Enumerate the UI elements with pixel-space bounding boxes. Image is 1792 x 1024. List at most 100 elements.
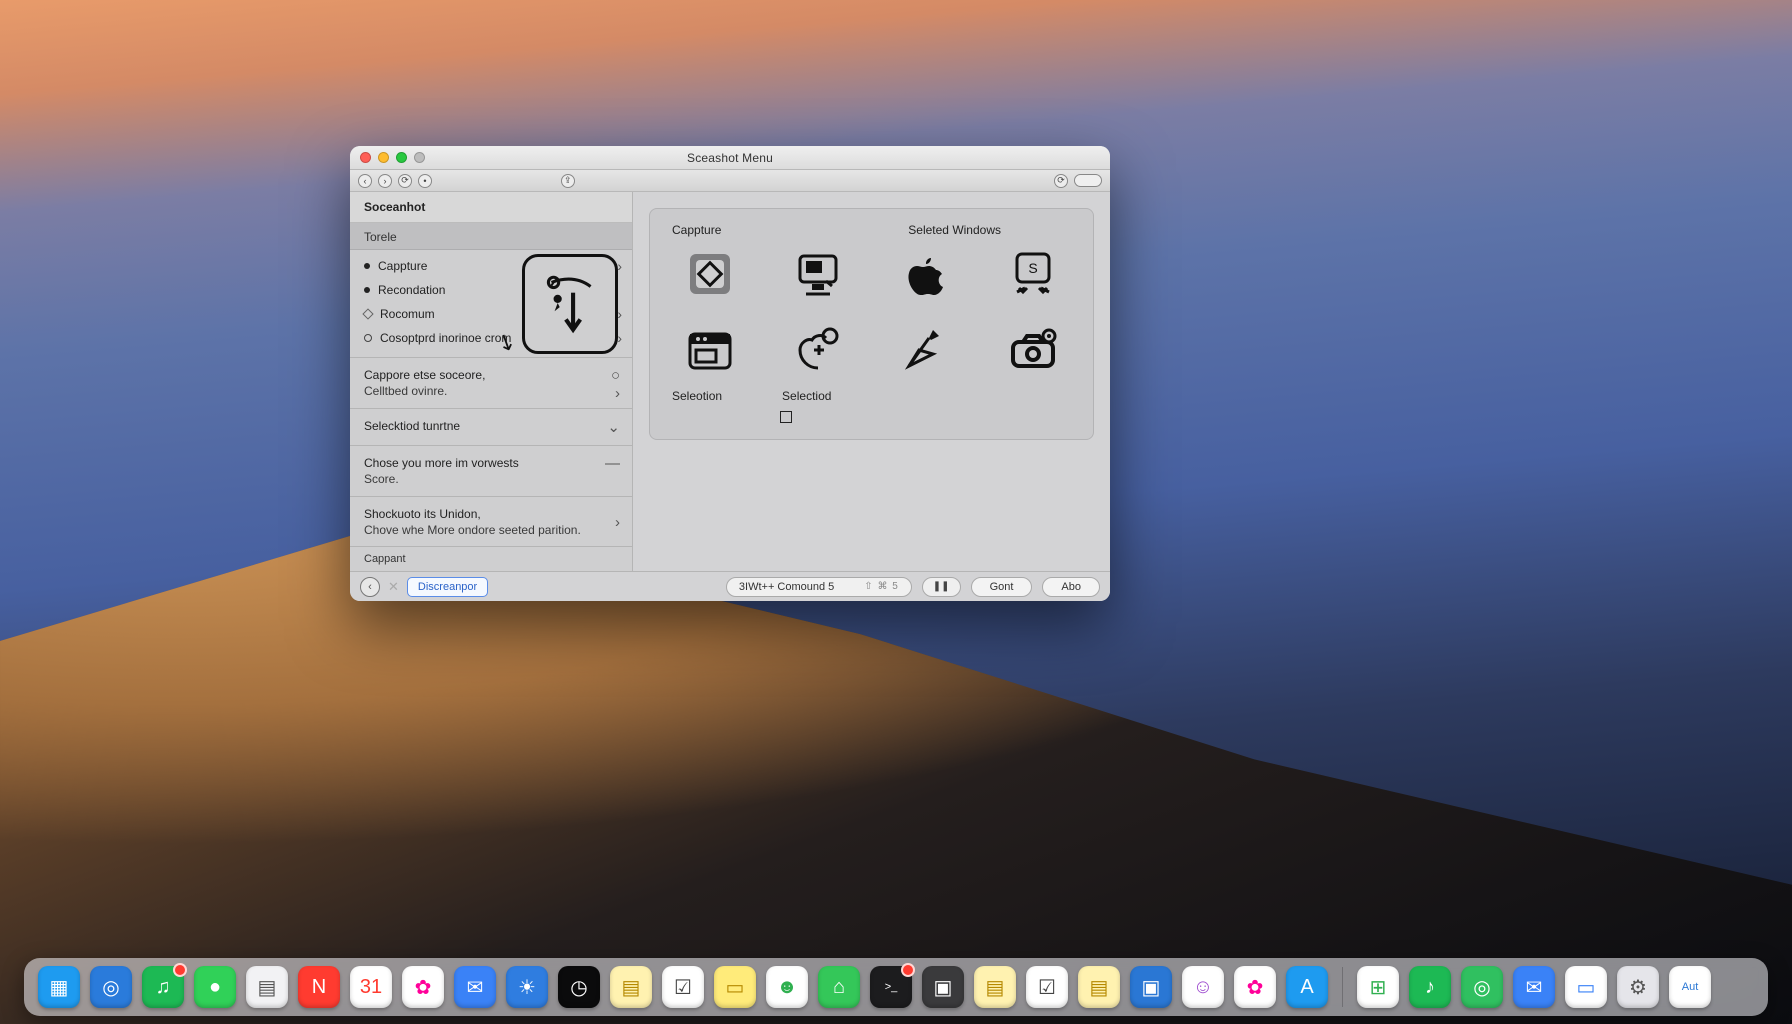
shortcut-text: 3IWt++ Comound 5: [739, 581, 834, 593]
dock-mail[interactable]: ✉: [454, 966, 496, 1008]
sidebar-block-title: Selecktiod tunrtne: [364, 419, 618, 433]
dock-notes-b[interactable]: ▤: [610, 966, 652, 1008]
dock-calendar[interactable]: 31: [350, 966, 392, 1008]
dock-stickies[interactable]: ▭: [714, 966, 756, 1008]
sidebar-block-3[interactable]: Chose you more im vorwests Score. —: [350, 449, 632, 493]
toolbar-back-icon[interactable]: ‹: [358, 174, 372, 188]
sidebar-block-sub: Celltbed ovinre.: [364, 384, 618, 398]
tile-capture-fullscreen[interactable]: [668, 245, 752, 303]
tile-camera-location[interactable]: [991, 321, 1075, 379]
close-button[interactable]: [360, 152, 371, 163]
sidebar-section: Torele: [350, 223, 632, 250]
sidebar-item-rocomum[interactable]: Rocomum ›: [350, 302, 632, 326]
sidebar-item-cosoptprd[interactable]: Cosoptprd inorinoe crom ›: [350, 326, 632, 350]
dock-music[interactable]: ♪: [1409, 966, 1451, 1008]
titlebar[interactable]: Sceashot Menu: [350, 146, 1110, 170]
dock-safari[interactable]: ◎: [90, 966, 132, 1008]
toolbar-dot-icon[interactable]: •: [418, 174, 432, 188]
bottombar-disabled-icon: ✕: [388, 579, 399, 595]
diamond-icon: [362, 308, 373, 319]
grid-heading-selected-windows: Seleted Windows: [908, 223, 1001, 237]
tile-record-screen[interactable]: [668, 321, 752, 379]
chevron-right-icon: ›: [617, 330, 622, 346]
capture-grid-panel: Cappture Seleted Windows: [649, 208, 1094, 440]
dock-messages[interactable]: ●: [194, 966, 236, 1008]
toolbar-reload-right-icon[interactable]: ⟳: [1054, 174, 1068, 188]
dock-launchpad[interactable]: ⊞: [1357, 966, 1399, 1008]
sidebar-item-label: Rocomum: [380, 307, 435, 321]
minimize-button[interactable]: [378, 152, 389, 163]
ring-icon: [364, 334, 372, 342]
dock-clock[interactable]: ◷: [558, 966, 600, 1008]
sidebar-block-1[interactable]: Cappore etse soceore, Celltbed ovinre. ○…: [350, 361, 632, 405]
dock-reminders2[interactable]: ☑: [1026, 966, 1068, 1008]
circle-icon: ○: [611, 367, 620, 384]
chevron-right-icon: ›: [617, 306, 622, 322]
maximize-button[interactable]: [396, 152, 407, 163]
bullet-icon: [364, 287, 370, 293]
toolbar-refresh-icon[interactable]: ⟳: [398, 174, 412, 188]
sidebar-header: Soceanhot: [350, 192, 632, 223]
dock-chat[interactable]: ⌂: [818, 966, 860, 1008]
sidebar-item-recondation[interactable]: Recondation: [350, 278, 632, 302]
dock-preview[interactable]: Aut: [1669, 966, 1711, 1008]
dock-photos2[interactable]: ✿: [1234, 966, 1276, 1008]
dock-appstore[interactable]: A: [1286, 966, 1328, 1008]
toolbar-share-icon[interactable]: ⇪: [561, 174, 575, 188]
chevron-down-icon: ⌄: [607, 418, 620, 436]
dock-find[interactable]: ◎: [1461, 966, 1503, 1008]
dock-photos[interactable]: ✿: [402, 966, 444, 1008]
abo-button[interactable]: Abo: [1042, 577, 1100, 597]
tile-add-selection[interactable]: [776, 321, 860, 379]
dock-reminders[interactable]: ☑: [662, 966, 704, 1008]
extra-traffic-dot: [414, 152, 425, 163]
traffic-lights: [360, 152, 425, 163]
dock-notes-d[interactable]: ▤: [1078, 966, 1120, 1008]
grid-label-selection: Seleotion: [672, 389, 722, 403]
sidebar-block-4[interactable]: Shockuoto its Unidon, Chove whe More ond…: [350, 500, 632, 544]
dock-contacts[interactable]: ▭: [1565, 966, 1607, 1008]
dock-news[interactable]: N: [298, 966, 340, 1008]
dock-facetime[interactable]: ☻: [766, 966, 808, 1008]
chevron-right-icon: ›: [615, 385, 620, 402]
dock-separator: [1342, 967, 1343, 1007]
dock-camera[interactable]: ▣: [1130, 966, 1172, 1008]
desktop: Sceashot Menu ‹ › ⟳ • ⇪ ⟳ Soceanhot Tore…: [0, 0, 1792, 1024]
tile-apple-logo[interactable]: [884, 245, 968, 303]
sidebar-block-title: Cappore etse soceore,: [364, 368, 618, 382]
sidebar: Soceanhot Torele ↘ Cappture › Recondati: [350, 192, 633, 571]
bullet-icon: [364, 263, 370, 269]
dock-spotify[interactable]: ♫: [142, 966, 184, 1008]
sidebar-footer: Cappant: [350, 546, 632, 571]
pause-pill[interactable]: ❚❚: [922, 577, 961, 597]
sidebar-block-2[interactable]: Selecktiod tunrtne ⌄: [350, 412, 632, 442]
bottombar: ‹ ✕ Discreanpor 3IWt++ Comound 5 ⇧ ⌘ 5 ❚…: [350, 571, 1110, 601]
dock-settings[interactable]: ⚙: [1617, 966, 1659, 1008]
dock-character[interactable]: ☺: [1182, 966, 1224, 1008]
sidebar-item-label: Cosoptprd inorinoe crom: [380, 331, 511, 345]
dock-terminal[interactable]: >_: [870, 966, 912, 1008]
gont-button[interactable]: Gont: [971, 577, 1033, 597]
tile-pointer-select[interactable]: [884, 321, 968, 379]
dock-weather[interactable]: ☀: [506, 966, 548, 1008]
toolbar-forward-icon[interactable]: ›: [378, 174, 392, 188]
sidebar-item-capture[interactable]: Cappture ›: [350, 254, 632, 278]
dock-finder[interactable]: ▦: [38, 966, 80, 1008]
main-panel: Cappture Seleted Windows: [633, 192, 1110, 571]
notification-badge: [901, 963, 915, 977]
dock-notes-a[interactable]: ▤: [246, 966, 288, 1008]
sidebar-item-label: Cappture: [378, 259, 427, 273]
dock-mail2[interactable]: ✉: [1513, 966, 1555, 1008]
window-title: Sceashot Menu: [687, 151, 773, 165]
keyboard-shortcut-display: 3IWt++ Comound 5 ⇧ ⌘ 5: [726, 577, 912, 597]
tile-capture-display[interactable]: [776, 245, 860, 303]
sidebar-item-label: Recondation: [378, 283, 445, 297]
dock-folder[interactable]: ▣: [922, 966, 964, 1008]
tile-capture-selection-box[interactable]: S: [991, 245, 1075, 303]
dock-notes-c[interactable]: ▤: [974, 966, 1016, 1008]
sidebar-block-sub: Chove whe More ondore seeted parition.: [364, 523, 618, 537]
toolbar-capsule[interactable]: [1074, 174, 1102, 187]
dash-icon: —: [605, 455, 620, 472]
bottombar-back-icon[interactable]: ‹: [360, 577, 380, 597]
bottombar-chip[interactable]: Discreanpor: [407, 577, 488, 597]
